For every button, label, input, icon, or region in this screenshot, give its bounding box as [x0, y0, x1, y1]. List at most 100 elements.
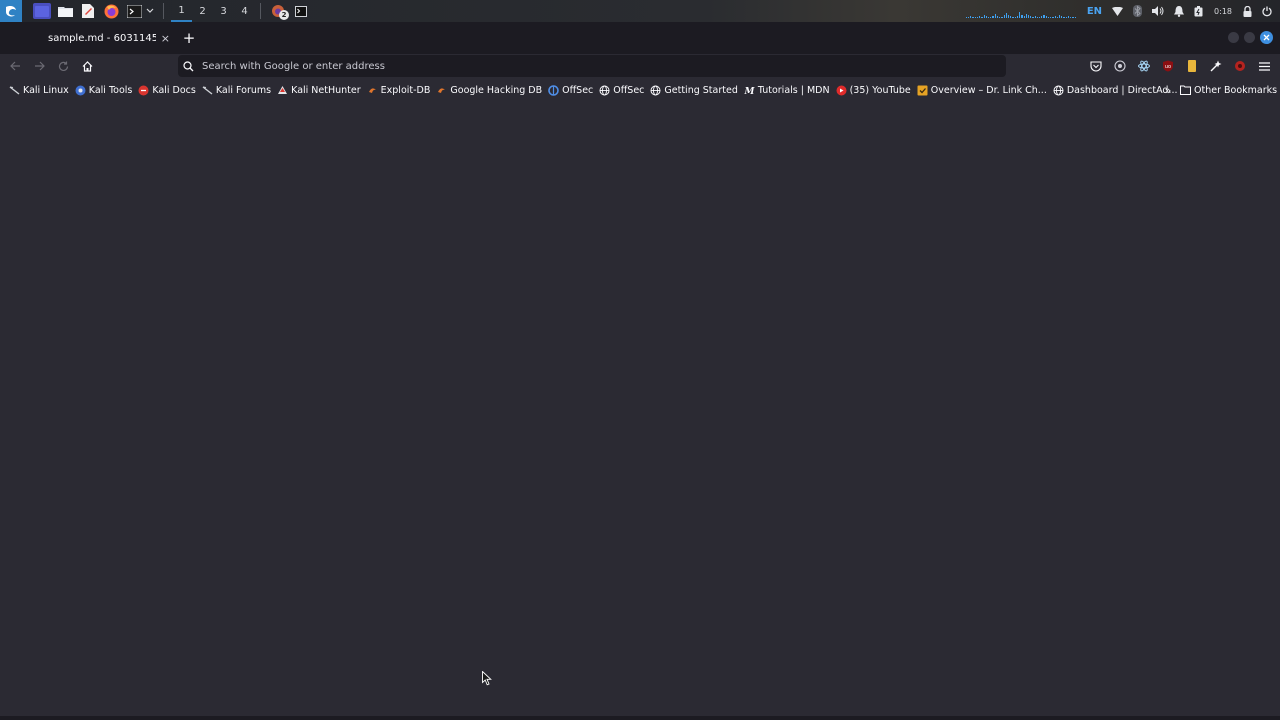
bookmark-kali-nethunter[interactable]: Kali NetHunter — [275, 80, 365, 100]
home-button[interactable] — [75, 54, 99, 78]
text-editor-launcher[interactable] — [79, 3, 97, 19]
ublock-button[interactable]: uo — [1156, 54, 1180, 78]
network-activity-bar — [1045, 16, 1047, 18]
bookmarks-overflow-button[interactable]: » — [1160, 80, 1176, 100]
network-activity-bar — [999, 17, 1001, 18]
network-tray[interactable] — [1107, 0, 1128, 22]
clock[interactable]: 0:18 — [1208, 0, 1238, 22]
network-activity-bar — [974, 17, 976, 18]
network-activity-bar — [1039, 17, 1041, 18]
pocket-button[interactable] — [1084, 54, 1108, 78]
kali-logo-icon — [6, 6, 16, 17]
other-bookmarks-folder[interactable]: Other Bookmarks — [1180, 80, 1277, 100]
close-window-button[interactable] — [1260, 31, 1273, 44]
taskbar-firefox-group[interactable]: 2 — [268, 2, 289, 20]
workspace-4[interactable]: 4 — [234, 0, 255, 22]
bookmark-offsec-2[interactable]: OffSec — [597, 80, 648, 100]
extension-button-3[interactable] — [1180, 54, 1204, 78]
firefox-launcher[interactable] — [102, 3, 120, 19]
search-icon — [183, 60, 194, 71]
maximize-button[interactable] — [1244, 32, 1255, 43]
logout-button[interactable] — [1257, 0, 1280, 22]
keyboard-layout-indicator[interactable]: EN — [1082, 0, 1107, 22]
workspace-3[interactable]: 3 — [213, 0, 234, 22]
volume-tray[interactable] — [1147, 0, 1169, 22]
kali-menu-button[interactable] — [0, 0, 22, 22]
bookmark-google-hacking-db[interactable]: Google Hacking DB — [434, 80, 546, 100]
network-activity-bar — [1050, 17, 1052, 18]
drlink-icon — [917, 85, 928, 96]
text-editor-icon — [82, 4, 94, 18]
network-activity-bar — [994, 14, 996, 18]
extension-button-1[interactable] — [1108, 54, 1132, 78]
network-activity-bar — [1054, 16, 1056, 18]
network-activity-bar — [1052, 17, 1054, 18]
notifications-tray[interactable] — [1169, 0, 1189, 22]
taskbar-terminal[interactable] — [291, 2, 311, 20]
new-tab-button[interactable]: + — [178, 27, 200, 49]
chevron-down-icon — [146, 8, 154, 13]
app-menu-button[interactable] — [1252, 54, 1276, 78]
bookmark-label: Tutorials | MDN — [757, 84, 830, 96]
extension-button-5[interactable] — [1228, 54, 1252, 78]
network-activity-bar — [1016, 16, 1019, 18]
lock-screen-button[interactable] — [1238, 0, 1257, 22]
network-activity-bar — [1067, 16, 1070, 18]
bookmark-dr-link-check[interactable]: Overview – Dr. Link Ch... — [915, 80, 1051, 100]
mdn-icon: M — [744, 85, 755, 96]
file-manager-launcher[interactable] — [56, 3, 74, 19]
network-activity-bar — [979, 16, 981, 18]
tab-sample-md[interactable]: sample.md - 60311459 [ × — [36, 22, 176, 54]
forward-button[interactable] — [27, 54, 51, 78]
bookmark-kali-linux[interactable]: Kali Linux — [7, 80, 73, 100]
reload-icon — [58, 61, 68, 71]
power-tray[interactable] — [1189, 0, 1208, 22]
other-bookmarks-label: Other Bookmarks — [1194, 84, 1278, 96]
bookmark-label: OffSec — [613, 84, 645, 96]
bookmark-kali-docs[interactable]: Kali Docs — [136, 80, 199, 100]
network-monitor-graph — [965, 4, 1076, 18]
bookmark-youtube[interactable]: (35) YouTube — [834, 80, 915, 100]
desktop-launcher[interactable] — [33, 3, 51, 19]
network-activity-bar — [983, 15, 985, 18]
window-count-badge: 2 — [279, 10, 289, 20]
extension-button-2[interactable] — [1132, 54, 1156, 78]
bookmark-getting-started[interactable]: Getting Started — [648, 80, 741, 100]
svg-text:M: M — [744, 87, 755, 96]
reload-button[interactable] — [51, 54, 75, 78]
network-activity-bar — [1010, 16, 1012, 18]
bookmark-tutorials-mdn[interactable]: M Tutorials | MDN — [742, 80, 834, 100]
terminal-launcher[interactable] — [125, 3, 143, 19]
address-input[interactable] — [200, 59, 900, 73]
panel-separator — [260, 3, 261, 19]
window-bottom-edge — [0, 716, 1280, 720]
page-content-area[interactable] — [0, 102, 1280, 716]
bookmark-label: Exploit-DB — [380, 84, 431, 96]
workspace-2[interactable]: 2 — [192, 0, 213, 22]
minimize-button[interactable] — [1228, 32, 1239, 43]
workspace-1[interactable]: 1 — [171, 0, 192, 22]
network-activity-bar — [1025, 14, 1027, 18]
back-button[interactable] — [3, 54, 27, 78]
bookmark-kali-tools[interactable]: Kali Tools — [73, 80, 137, 100]
atom-icon — [1138, 60, 1150, 72]
network-activity-bar — [985, 16, 988, 18]
address-bar[interactable] — [178, 55, 1006, 77]
launcher-dropdown[interactable] — [145, 3, 155, 19]
bookmark-label: Kali Linux — [23, 84, 69, 96]
wifi-icon — [1112, 6, 1124, 16]
network-activity-bar — [1072, 17, 1074, 18]
window-controls — [1228, 31, 1273, 44]
bookmark-exploit-db[interactable]: Exploit-DB — [365, 80, 435, 100]
network-activity-bar — [981, 17, 983, 18]
folder-icon — [1180, 85, 1191, 96]
wand-icon — [1210, 60, 1222, 72]
network-activity-bar — [1021, 15, 1023, 18]
network-activity-bar — [1074, 17, 1076, 18]
bookmark-kali-forums[interactable]: Kali Forums — [200, 80, 275, 100]
tab-close-button[interactable]: × — [161, 32, 170, 45]
extension-button-4[interactable] — [1204, 54, 1228, 78]
network-activity-bar — [1063, 17, 1065, 18]
bookmark-offsec[interactable]: OffSec — [546, 80, 597, 100]
bluetooth-tray[interactable] — [1128, 0, 1147, 22]
